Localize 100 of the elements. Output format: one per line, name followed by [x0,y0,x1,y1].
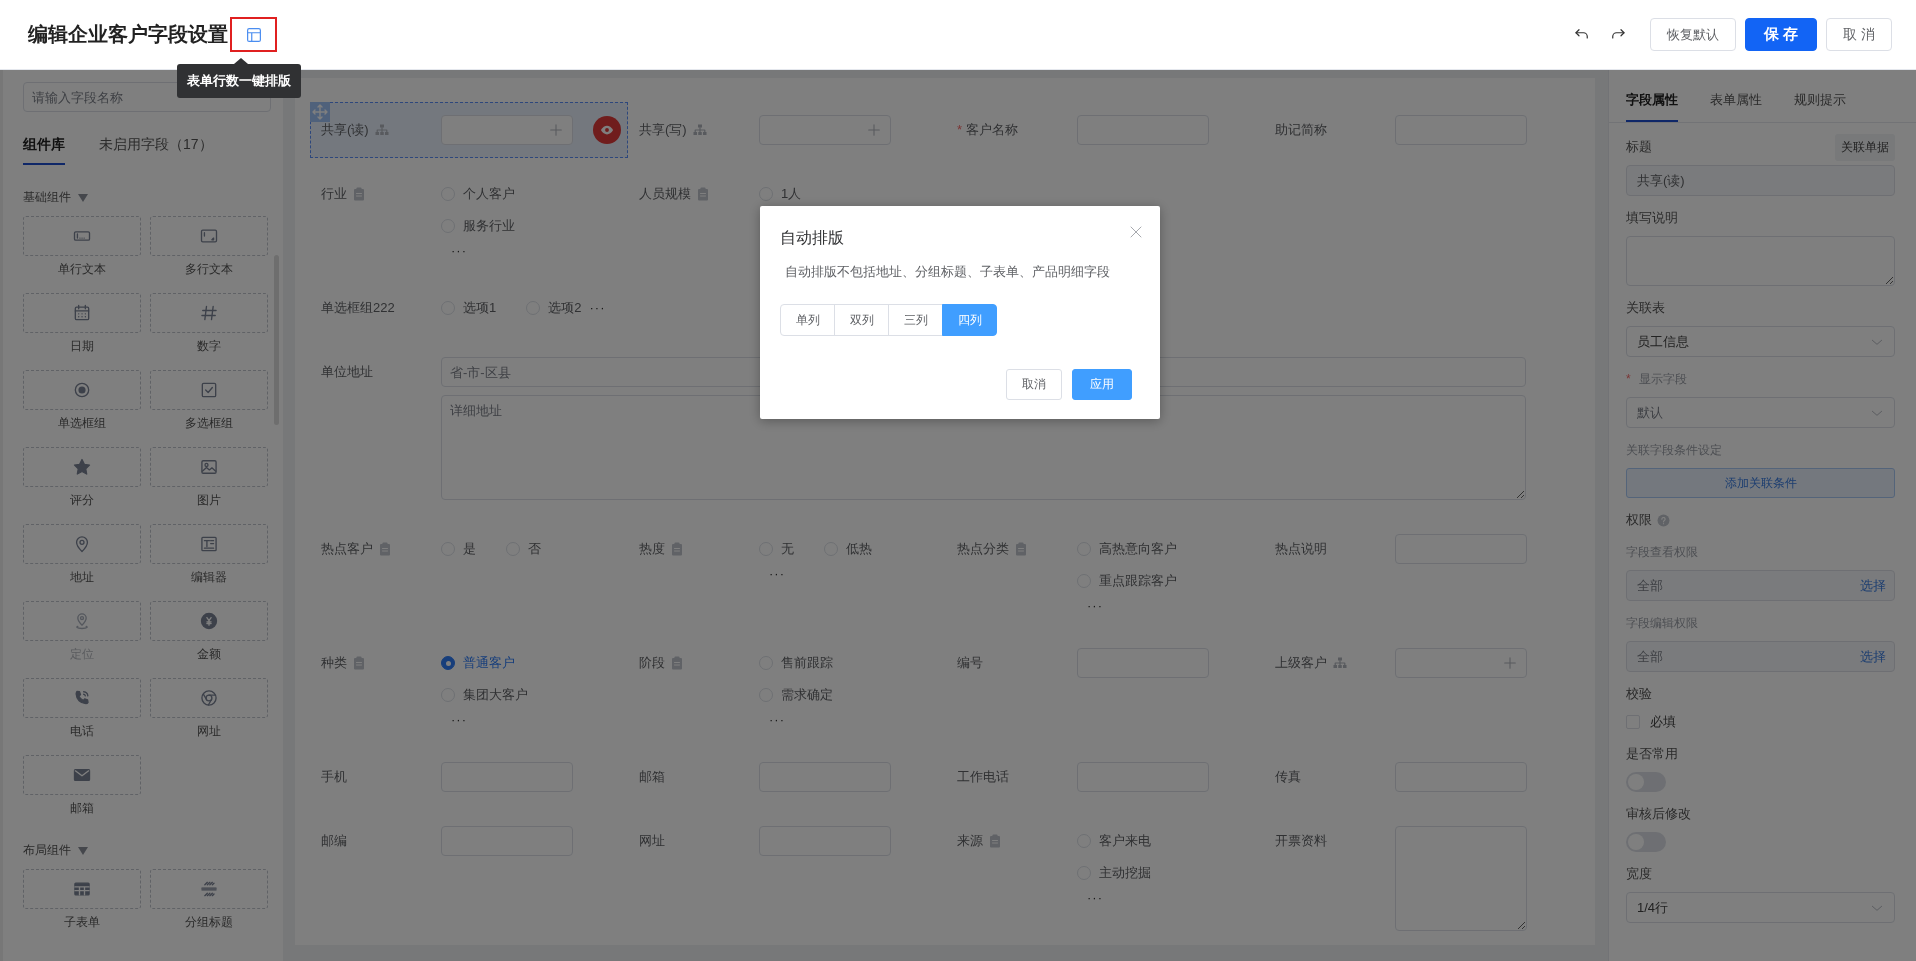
component-tile[interactable] [150,216,268,256]
component-label: 邮箱 [69,800,95,817]
select-value: 1/4行 [1637,898,1669,917]
aperture-icon [199,688,219,708]
component-label: 子表单 [63,914,101,931]
radio-label: 是 [463,540,476,558]
column-option[interactable]: 三列 [888,304,943,336]
column-option[interactable]: 双列 [834,304,889,336]
dialog-title: 自动排版 [780,228,844,248]
calendar-icon [72,303,92,323]
close-button[interactable] [1128,224,1144,240]
column-option[interactable]: 单列 [780,304,835,336]
more-options-link[interactable]: ··· [1077,598,1252,614]
more-options-link[interactable]: ··· [759,712,934,728]
dialog-message: 自动排版不包括地址、分组标题、子表单、产品明细字段 [784,263,1111,281]
component-tile[interactable] [23,216,141,256]
choose-link[interactable]: 选择 [1860,576,1886,595]
property-label: 审核后修改 [1626,805,1691,823]
permission-field[interactable]: 全部 选择 [1626,570,1895,601]
component-tile[interactable] [150,524,268,564]
component-label: 评分 [69,492,95,509]
component-tile[interactable] [150,869,268,909]
textarea-input[interactable] [1395,826,1527,931]
radio-label: 低热 [846,540,872,558]
component-tile[interactable] [23,447,141,487]
choose-link[interactable]: 选择 [1860,647,1886,666]
field-label: 热点分类 [957,540,1009,558]
component-tile[interactable] [23,524,141,564]
more-options-link[interactable]: ··· [441,243,616,259]
eye-button[interactable] [593,116,621,144]
header-button[interactable]: 保 存 [1744,18,1818,51]
header-button[interactable]: 恢复默认 [1649,18,1736,51]
more-options-link[interactable]: ··· [759,566,934,582]
plus-icon [548,122,564,138]
more-options-link[interactable]: ··· [441,712,616,728]
properties-tab[interactable]: 规则提示 [1794,90,1846,122]
dialog-button[interactable]: 应用 [1072,369,1132,400]
lookup-field[interactable] [441,115,573,145]
properties-tab[interactable]: 字段属性 [1626,90,1678,122]
caret-down-icon[interactable] [77,845,89,856]
lookup-field[interactable] [1395,648,1527,678]
header-button[interactable]: 取 消 [1826,18,1892,51]
radio-label: 需求确定 [781,686,833,704]
component-tile[interactable] [150,293,268,333]
more-options-link[interactable]: ··· [589,293,606,323]
permission-field[interactable]: 全部 选择 [1626,641,1895,672]
group-title: 布局组件 [23,842,71,859]
more-options-link[interactable]: ··· [1077,890,1252,906]
component-tile[interactable] [23,678,141,718]
component-tile[interactable] [150,370,268,410]
property-label: 权限 [1626,511,1670,529]
component-label: 金额 [196,646,222,663]
dialog-button[interactable]: 取消 [1006,369,1062,400]
sidebar-tab[interactable]: 未启用字段（17） [99,136,213,165]
caret-down-icon[interactable] [77,192,89,203]
column-option[interactable]: 四列 [942,304,997,336]
field-label: 开票资料 [1275,832,1327,850]
tooltip: 表单行数一键排版 [177,64,301,98]
component-tile[interactable] [150,678,268,718]
component-label: 分组标题 [184,914,234,931]
field-label: 种类 [321,654,347,672]
component-tile[interactable] [150,447,268,487]
component-tile[interactable] [23,601,141,641]
component-tile[interactable] [23,370,141,410]
radio-button[interactable] [441,656,455,670]
field-label: 上级客户 [1275,654,1327,672]
select-field[interactable]: 员工信息 [1626,326,1895,357]
properties-tab[interactable]: 表单属性 [1710,90,1762,122]
layout-button[interactable] [230,17,277,52]
selected-field[interactable]: 共享(读) [310,102,628,158]
component-tile[interactable] [23,293,141,333]
select-value: 员工信息 [1637,332,1689,351]
field-label: 助记简称 [1275,121,1327,139]
add-condition-button[interactable]: 添加关联条件 [1626,468,1895,498]
checkbox-label: 必填 [1650,713,1676,731]
select-field[interactable]: 默认 [1626,397,1895,428]
group-title: 基础组件 [23,189,71,206]
radio-label: 选项2 [548,299,582,317]
component-tile[interactable] [150,601,268,641]
component-tile[interactable] [23,869,141,909]
field-placeholder: 全部 [1637,647,1663,666]
radio-label: 选项1 [463,299,497,317]
description-input[interactable] [1626,236,1895,286]
field-label: 传真 [1275,768,1301,786]
link-record-button[interactable]: 关联单据 [1835,133,1895,161]
title-input[interactable]: 共享(读) [1626,165,1895,196]
field-label: 单位地址 [321,363,373,381]
component-label: 日期 [69,338,95,355]
component-label: 多选框组 [184,415,234,432]
component-label: 电话 [69,723,95,740]
component-label: 数字 [196,338,222,355]
checkbox-icon [199,380,219,400]
component-tile[interactable] [23,755,141,795]
image-icon [199,457,219,477]
select-field[interactable]: 1/4行 [1626,892,1895,923]
field-label: 热点客户 [321,540,373,558]
radio-label: 主动挖掘 [1099,864,1151,882]
sidebar-tab[interactable]: 组件库 [23,136,65,165]
lookup-field[interactable] [759,115,891,145]
address-detail-input[interactable]: 详细地址 [441,395,1526,500]
